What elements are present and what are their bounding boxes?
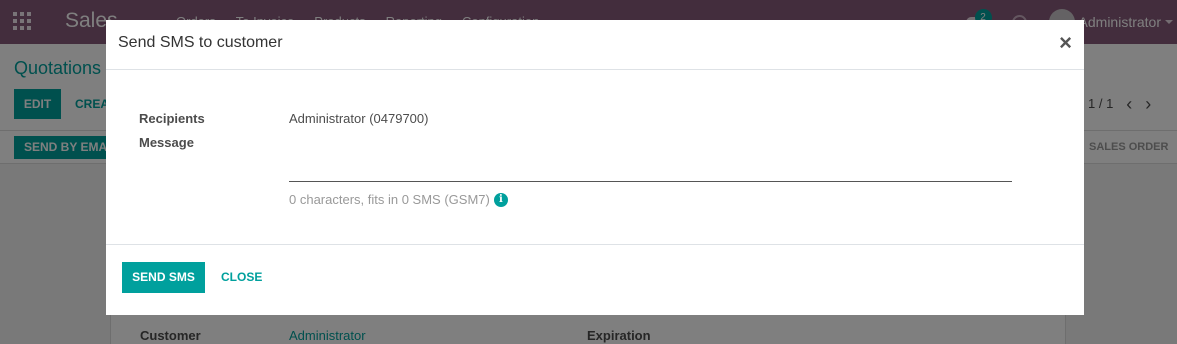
dialog-footer: SEND SMS CLOSE: [106, 244, 1084, 315]
dialog-body: Recipients Administrator (0479700) Messa…: [106, 70, 1084, 244]
send-sms-dialog: Send SMS to customer × Recipients Admini…: [106, 20, 1084, 315]
close-icon[interactable]: ×: [1059, 32, 1072, 54]
dialog-header: Send SMS to customer ×: [106, 20, 1084, 70]
message-input[interactable]: [289, 134, 1012, 182]
send-sms-button[interactable]: SEND SMS: [122, 262, 205, 293]
recipients-label: Recipients: [139, 111, 205, 126]
recipients-value: Administrator (0479700): [289, 111, 429, 126]
sms-character-info: 0 characters, fits in 0 SMS (GSM7) i: [289, 192, 508, 207]
sms-info-text: 0 characters, fits in 0 SMS (GSM7): [289, 192, 490, 207]
message-label: Message: [139, 135, 194, 150]
info-icon[interactable]: i: [493, 192, 508, 207]
dialog-title: Send SMS to customer: [118, 34, 283, 51]
close-button[interactable]: CLOSE: [221, 270, 262, 284]
